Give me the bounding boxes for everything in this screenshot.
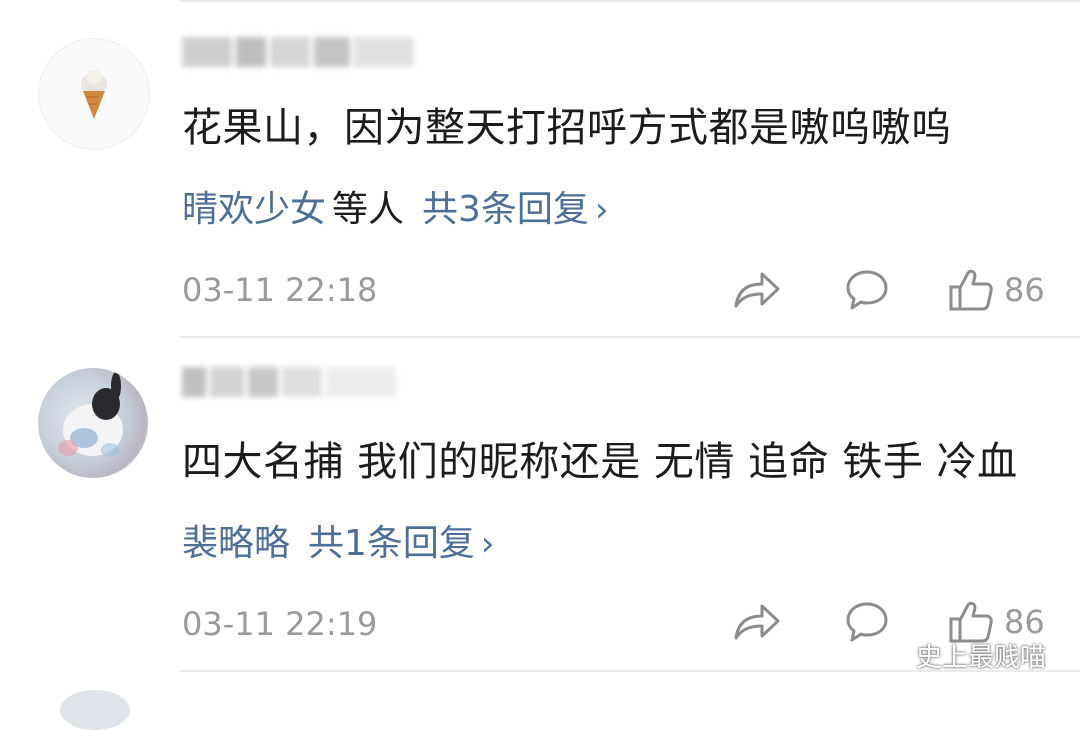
- replies-link[interactable]: 晴欢少女 等人 共3条回复 ›: [182, 186, 609, 234]
- share-button[interactable]: [732, 598, 782, 646]
- thumbs-up-icon: [949, 269, 993, 311]
- share-icon: [734, 604, 780, 640]
- reply-count[interactable]: 共3条回复: [422, 189, 589, 230]
- watermark-text: 史上最贱喵: [915, 643, 1046, 673]
- ice-cream-icon: [81, 70, 107, 119]
- username-redacted[interactable]: [182, 360, 422, 404]
- comment-timestamp: 03-11 22:19: [182, 605, 378, 643]
- like-button[interactable]: 86: [948, 266, 1045, 314]
- comment-timestamp: 03-11 22:18: [182, 271, 378, 309]
- speech-bubble-icon: [846, 270, 888, 310]
- avatar[interactable]: [60, 690, 130, 730]
- rabbit-photo: [58, 372, 123, 457]
- share-icon: [734, 272, 780, 308]
- watermark: 史上最贱喵: [872, 637, 1046, 674]
- comment-divider: [180, 0, 1080, 2]
- like-count: 86: [1004, 271, 1045, 309]
- chevron-right-icon: ›: [594, 190, 609, 230]
- wechat-icon: [872, 642, 907, 668]
- reply-usernames[interactable]: 裴略略: [182, 523, 290, 564]
- comment-divider: [180, 336, 1080, 338]
- like-count: 86: [1004, 603, 1045, 641]
- avatar[interactable]: [38, 368, 148, 478]
- reply-count[interactable]: 共1条回复: [308, 523, 475, 564]
- reply-others-label: 等人: [332, 189, 405, 230]
- avatar[interactable]: [38, 38, 150, 150]
- username-redacted[interactable]: [182, 30, 422, 74]
- chevron-right-icon: ›: [480, 524, 495, 564]
- reply-usernames[interactable]: 晴欢少女: [182, 189, 326, 230]
- comment-text: 四大名捕 我们的昵称还是 无情 追命 铁手 冷血: [182, 439, 1018, 485]
- share-button[interactable]: [732, 266, 782, 314]
- replies-link[interactable]: 裴略略 共1条回复 ›: [182, 520, 495, 568]
- comment-button[interactable]: [844, 266, 890, 314]
- comment-text: 花果山，因为整天打招呼方式都是嗷呜嗷呜: [182, 105, 952, 151]
